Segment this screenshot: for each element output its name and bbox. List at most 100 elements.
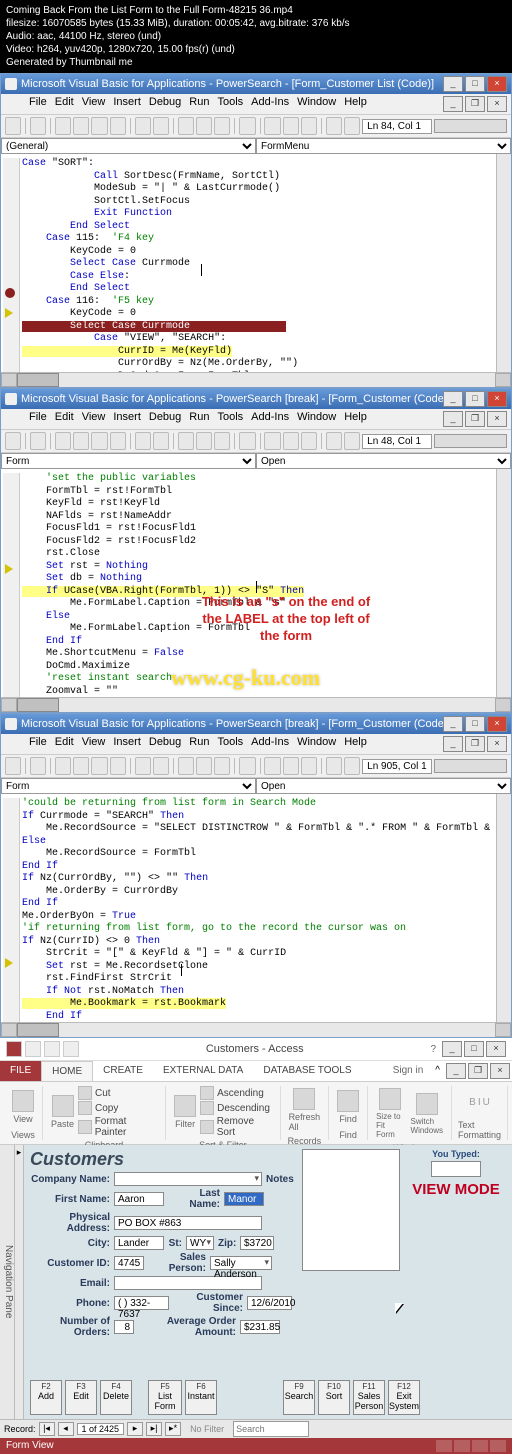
titlebar[interactable]: Microsoft Visual Basic for Applications … — [1, 389, 511, 409]
design-icon[interactable] — [239, 432, 255, 450]
scroll-left-icon[interactable] — [1, 1023, 17, 1037]
explorer-icon[interactable] — [264, 432, 280, 450]
tab-database-tools[interactable]: DATABASE TOOLS — [253, 1061, 361, 1081]
menu-run[interactable]: Run — [189, 736, 209, 752]
address-field[interactable]: PO BOX #863 — [114, 1216, 262, 1230]
company-name-field[interactable] — [114, 1172, 262, 1186]
scrollbar-horizontal[interactable] — [1, 372, 511, 387]
help-icon[interactable]: ? — [430, 1044, 436, 1055]
f10-sort-button[interactable]: F10Sort — [318, 1380, 350, 1415]
f12-exit-system-button[interactable]: F12Exit System — [388, 1380, 420, 1415]
code-editor-1[interactable]: Case "SORT": Call SortDesc(FrmName, Sort… — [1, 154, 511, 372]
child-minimize[interactable]: _ — [443, 736, 463, 752]
find-icon[interactable] — [110, 432, 126, 450]
cut-icon[interactable] — [55, 117, 71, 135]
child-close[interactable]: × — [487, 96, 507, 112]
qat-undo-icon[interactable] — [44, 1041, 60, 1057]
navigation-pane[interactable]: Navigation Pane — [0, 1145, 15, 1419]
remove-sort-button[interactable]: Remove Sort — [200, 1116, 273, 1138]
prev-record-button[interactable]: ◂ — [58, 1422, 74, 1436]
menu-edit[interactable]: Edit — [55, 411, 74, 427]
f3-edit-button[interactable]: F3Edit — [65, 1380, 97, 1415]
last-name-field[interactable]: Manor — [224, 1192, 264, 1206]
f4-delete-button[interactable]: F4Delete — [100, 1380, 132, 1415]
view-access-icon[interactable] — [5, 117, 21, 135]
procedure-dropdown[interactable]: FormMenu — [256, 138, 511, 154]
menu-debug[interactable]: Debug — [149, 411, 181, 427]
underline-button[interactable]: U — [483, 1097, 490, 1108]
menu-view[interactable]: View — [82, 736, 106, 752]
menu-help[interactable]: Help — [344, 736, 367, 752]
child-close[interactable]: × — [487, 736, 507, 752]
find-button[interactable]: Find — [335, 1088, 361, 1126]
tab-create[interactable]: CREATE — [93, 1061, 153, 1081]
menu-view[interactable]: View — [82, 96, 106, 112]
num-orders-field[interactable]: 8 — [114, 1320, 134, 1334]
scroll-left-icon[interactable] — [1, 698, 17, 712]
record-position[interactable]: 1 of 2425 — [77, 1423, 125, 1435]
maximize-button[interactable]: □ — [465, 716, 485, 732]
redo-icon[interactable] — [153, 117, 169, 135]
scroll-thumb[interactable] — [17, 1023, 59, 1037]
reset-icon[interactable] — [214, 117, 230, 135]
scroll-right-icon[interactable] — [495, 1023, 511, 1037]
descending-button[interactable]: Descending — [200, 1101, 273, 1115]
tab-external-data[interactable]: EXTERNAL DATA — [153, 1061, 253, 1081]
maximize-button[interactable]: □ — [465, 76, 485, 92]
maximize-button[interactable]: □ — [465, 391, 485, 407]
copy-icon[interactable] — [73, 117, 89, 135]
child-restore[interactable]: ❐ — [465, 96, 485, 112]
toolbar-slider[interactable] — [434, 119, 507, 133]
menu-addins[interactable]: Add-Ins — [251, 411, 289, 427]
titlebar[interactable]: Microsoft Visual Basic for Applications … — [1, 714, 511, 734]
undo-icon[interactable] — [135, 432, 151, 450]
qat-redo-icon[interactable] — [63, 1041, 79, 1057]
object-dropdown[interactable]: (General) — [1, 138, 256, 154]
menu-debug[interactable]: Debug — [149, 736, 181, 752]
menu-tools[interactable]: Tools — [217, 736, 243, 752]
reset-icon[interactable] — [214, 757, 230, 775]
child-close[interactable]: × — [487, 411, 507, 427]
menubar[interactable]: File Edit View Insert Debug Run Tools Ad… — [1, 734, 511, 754]
cut-icon[interactable] — [55, 432, 71, 450]
state-field[interactable]: WY — [186, 1236, 214, 1250]
explorer-icon[interactable] — [264, 757, 280, 775]
record-selector[interactable]: ▸ — [15, 1145, 24, 1419]
code-editor-3[interactable]: 'could be returning from list form in Se… — [1, 794, 511, 1022]
copy-icon[interactable] — [73, 432, 89, 450]
sales-person-field[interactable]: Sally Anderson — [210, 1256, 272, 1270]
menu-debug[interactable]: Debug — [149, 96, 181, 112]
tab-file[interactable]: FILE — [0, 1061, 41, 1081]
object-dropdown[interactable]: Form — [1, 453, 256, 469]
child-minimize[interactable]: _ — [443, 411, 463, 427]
undo-icon[interactable] — [135, 117, 151, 135]
save-icon[interactable] — [30, 432, 46, 450]
design-icon[interactable] — [239, 757, 255, 775]
menu-insert[interactable]: Insert — [113, 736, 141, 752]
minimize-button[interactable]: _ — [442, 1041, 462, 1057]
scrollbar-vertical[interactable] — [496, 469, 511, 697]
code-content-1[interactable]: Case "SORT": Call SortDesc(FrmName, Sort… — [20, 158, 509, 372]
close-button[interactable]: × — [487, 716, 507, 732]
paste-button[interactable]: Paste — [49, 1093, 76, 1131]
view-access-icon[interactable] — [5, 757, 21, 775]
save-icon[interactable] — [30, 757, 46, 775]
run-icon[interactable] — [178, 117, 194, 135]
paste-icon[interactable] — [91, 432, 107, 450]
menu-run[interactable]: Run — [189, 411, 209, 427]
code-editor-2[interactable]: 'set the public variables FormTbl = rst!… — [1, 469, 511, 697]
menu-window[interactable]: Window — [297, 736, 336, 752]
redo-icon[interactable] — [153, 757, 169, 775]
menu-file[interactable]: File — [29, 96, 47, 112]
next-record-button[interactable]: ▸ — [127, 1422, 143, 1436]
menu-tools[interactable]: Tools — [217, 96, 243, 112]
scrollbar-horizontal[interactable] — [1, 697, 511, 712]
find-icon[interactable] — [110, 117, 126, 135]
find-icon[interactable] — [110, 757, 126, 775]
f11-sales-person-button[interactable]: F11Sales Person — [353, 1380, 385, 1415]
new-record-button[interactable]: ▸* — [165, 1422, 181, 1436]
customer-since-field[interactable]: 12/6/2010 — [247, 1296, 292, 1310]
minimize-button[interactable]: _ — [443, 716, 463, 732]
design-icon[interactable] — [239, 117, 255, 135]
help-icon[interactable] — [344, 757, 360, 775]
